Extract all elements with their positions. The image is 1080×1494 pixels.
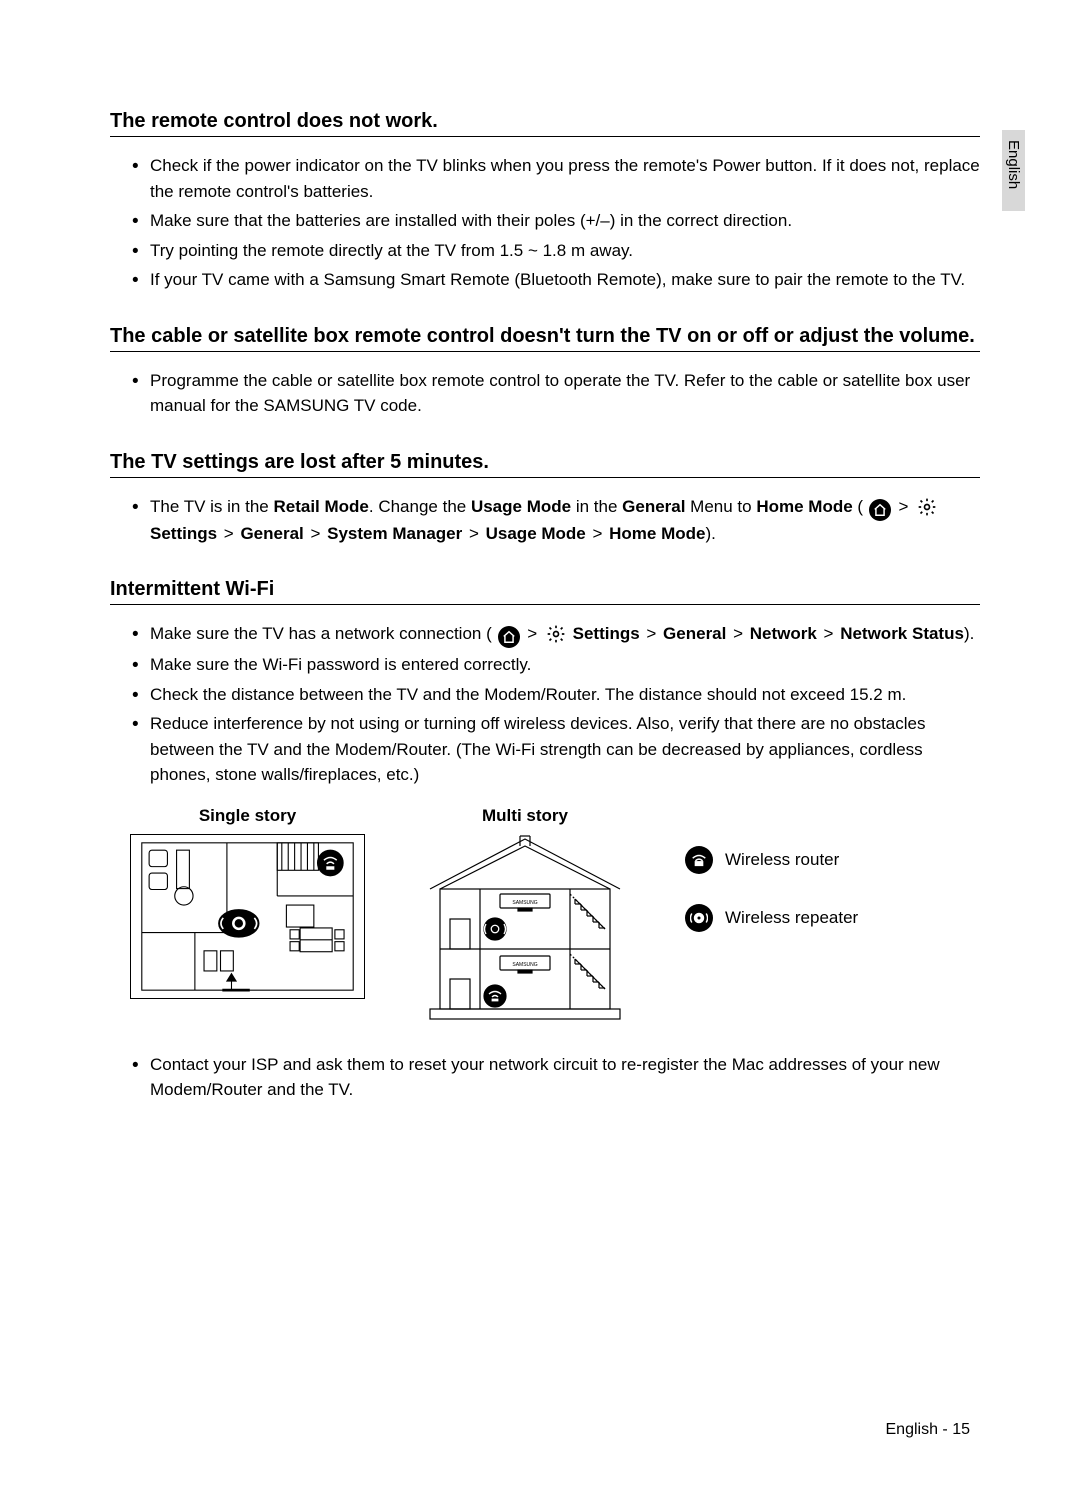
settings-lost-bullet-list: The TV is in the Retail Mode. Change the… xyxy=(110,494,980,547)
nav-path-general: General xyxy=(240,524,303,543)
svg-text:SAMSUNG: SAMSUNG xyxy=(512,900,537,906)
separator: > xyxy=(306,524,325,543)
separator: > xyxy=(728,624,747,643)
text-bold: General xyxy=(622,497,685,516)
list-item: The TV is in the Retail Mode. Change the… xyxy=(132,494,980,547)
diagram-title: Single story xyxy=(130,806,365,826)
nav-path-general: General xyxy=(663,624,726,643)
text: in the xyxy=(571,497,622,516)
legend-row: Wireless repeater xyxy=(685,904,858,932)
repeater-icon xyxy=(685,904,713,932)
separator: > xyxy=(219,524,238,543)
list-item: Contact your ISP and ask them to reset y… xyxy=(132,1052,980,1103)
nav-path-network-status: Network Status xyxy=(840,624,964,643)
legend-label: Wireless router xyxy=(725,850,839,870)
page-number: English - 15 xyxy=(886,1421,971,1439)
section-title-remote: The remote control does not work. xyxy=(110,110,980,137)
text: Menu to xyxy=(685,497,756,516)
text: ( xyxy=(853,497,863,516)
nav-path-home-mode: Home Mode xyxy=(609,524,705,543)
separator: > xyxy=(642,624,661,643)
home-icon xyxy=(498,626,520,648)
text: ). xyxy=(964,624,974,643)
diagram-row: Single story xyxy=(130,806,980,1024)
nav-path-network: Network xyxy=(750,624,817,643)
legend-label: Wireless repeater xyxy=(725,908,858,928)
section-title-wifi: Intermittent Wi-Fi xyxy=(110,578,980,605)
cable-bullet-list: Programme the cable or satellite box rem… xyxy=(110,368,980,419)
text-bold: Retail Mode xyxy=(273,497,368,516)
diagram-legend: Wireless router Wireless repeater xyxy=(685,846,858,932)
language-tab: English xyxy=(1002,130,1025,211)
list-item: Reduce interference by not using or turn… xyxy=(132,711,980,788)
manual-page: English The remote control does not work… xyxy=(0,0,1080,1147)
diagram-single-story: Single story xyxy=(130,806,365,999)
list-item: If your TV came with a Samsung Smart Rem… xyxy=(132,267,980,293)
remote-bullet-list: Check if the power indicator on the TV b… xyxy=(110,153,980,293)
floor-plan-illustration xyxy=(130,834,365,999)
separator: > xyxy=(464,524,483,543)
separator: > xyxy=(588,524,607,543)
section-title-settings-lost: The TV settings are lost after 5 minutes… xyxy=(110,451,980,478)
list-item: Make sure that the batteries are install… xyxy=(132,208,980,234)
text: Make sure the TV has a network connectio… xyxy=(150,624,492,643)
nav-path-system-manager: System Manager xyxy=(327,524,462,543)
separator: > xyxy=(819,624,838,643)
section-title-cable: The cable or satellite box remote contro… xyxy=(110,325,980,352)
text-bold: Home Mode xyxy=(756,497,852,516)
diagram-title: Multi story xyxy=(425,806,625,826)
gear-icon xyxy=(545,623,567,645)
list-item: Check if the power indicator on the TV b… xyxy=(132,153,980,204)
text: . Change the xyxy=(369,497,471,516)
home-icon xyxy=(869,499,891,521)
diagram-multi-story: Multi story xyxy=(425,806,625,1024)
text-bold: Usage Mode xyxy=(471,497,571,516)
text: ). xyxy=(705,524,715,543)
nav-path-settings: Settings xyxy=(573,624,640,643)
list-item: Check the distance between the TV and th… xyxy=(132,682,980,708)
gear-icon xyxy=(916,496,938,518)
wifi-bullet-list-2: Contact your ISP and ask them to reset y… xyxy=(110,1052,980,1103)
legend-row: Wireless router xyxy=(685,846,858,874)
list-item: Try pointing the remote directly at the … xyxy=(132,238,980,264)
nav-path-usage-mode: Usage Mode xyxy=(486,524,586,543)
separator: > xyxy=(523,624,542,643)
list-item: Make sure the TV has a network connectio… xyxy=(132,621,980,648)
list-item: Make sure the Wi-Fi password is entered … xyxy=(132,652,980,678)
text: The TV is in the xyxy=(150,497,273,516)
separator: > xyxy=(894,497,913,516)
list-item: Programme the cable or satellite box rem… xyxy=(132,368,980,419)
svg-text:SAMSUNG: SAMSUNG xyxy=(512,962,537,968)
router-icon xyxy=(685,846,713,874)
nav-path-settings: Settings xyxy=(150,524,217,543)
wifi-bullet-list: Make sure the TV has a network connectio… xyxy=(110,621,980,788)
house-illustration: SAMSUNG SAMSUNG xyxy=(425,834,625,1024)
